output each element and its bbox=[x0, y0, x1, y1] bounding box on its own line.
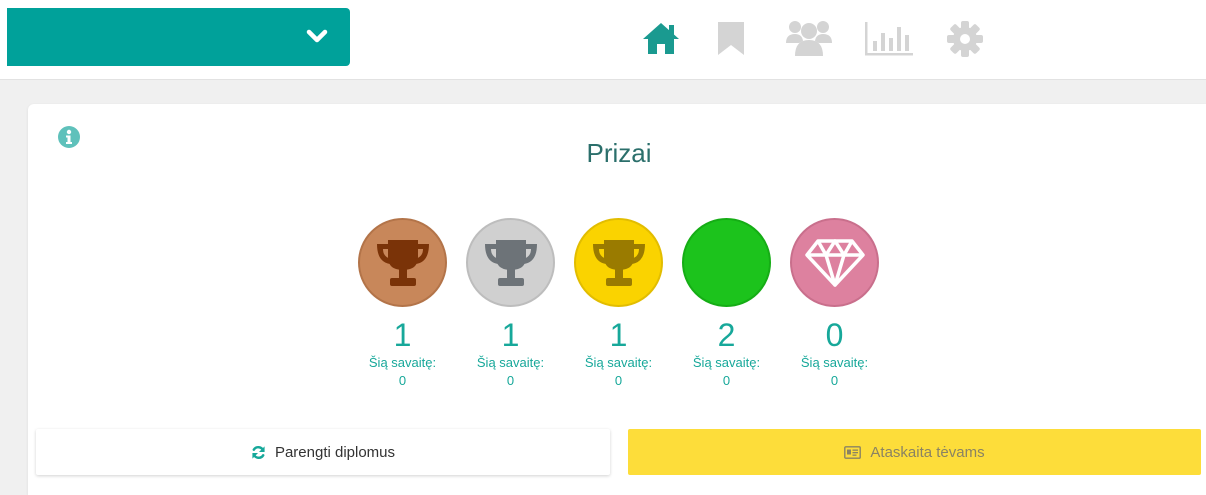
prize-diamond: 0 Šią savaitę: 0 bbox=[790, 218, 879, 388]
bar-chart-icon[interactable] bbox=[864, 21, 914, 57]
class-selector-dropdown[interactable] bbox=[7, 8, 350, 66]
top-bar bbox=[0, 0, 1206, 80]
week-label: Šią savaitę: bbox=[584, 355, 653, 370]
prize-silver: 1 Šią savaitę: 0 bbox=[466, 218, 555, 388]
prize-count: 1 bbox=[393, 317, 412, 353]
chevron-down-icon bbox=[306, 29, 328, 43]
gold-medal bbox=[574, 218, 663, 307]
silver-medal bbox=[466, 218, 555, 307]
prize-count: 2 bbox=[717, 317, 736, 353]
id-card-icon bbox=[844, 445, 862, 459]
prize-count: 0 bbox=[825, 317, 844, 353]
week-value: 0 bbox=[614, 373, 623, 388]
week-label: Šią savaitę: bbox=[800, 355, 869, 370]
prize-count: 1 bbox=[609, 317, 628, 353]
prize-green: 2 Šią savaitę: 0 bbox=[682, 218, 771, 388]
bookmark-icon[interactable] bbox=[716, 21, 746, 57]
refresh-icon bbox=[252, 445, 265, 459]
card-title: Prizai bbox=[586, 138, 652, 168]
week-value: 0 bbox=[506, 373, 515, 388]
week-label: Šią savaitę: bbox=[692, 355, 761, 370]
week-value: 0 bbox=[398, 373, 407, 388]
users-icon[interactable] bbox=[786, 19, 832, 57]
diamond-icon bbox=[804, 238, 865, 287]
prize-count: 1 bbox=[501, 317, 520, 353]
trophy-icon bbox=[376, 239, 429, 286]
prize-gold: 1 Šią savaitę: 0 bbox=[574, 218, 663, 388]
week-value: 0 bbox=[722, 373, 731, 388]
prepare-diplomas-button[interactable]: Parengti diplomus bbox=[36, 429, 610, 475]
diamond-medal bbox=[790, 218, 879, 307]
gear-icon[interactable] bbox=[947, 21, 983, 57]
prepare-diplomas-label: Parengti diplomus bbox=[274, 443, 396, 461]
green-medal bbox=[682, 218, 771, 307]
home-icon[interactable] bbox=[641, 20, 681, 56]
prizes-card: Prizai 1 Šią savaitę: 0 1 Šią savaitę: 0… bbox=[28, 104, 1206, 495]
week-label: Šią savaitę: bbox=[368, 355, 437, 370]
trophy-icon bbox=[484, 239, 537, 286]
week-value: 0 bbox=[830, 373, 839, 388]
bronze-medal bbox=[358, 218, 447, 307]
parent-report-button[interactable]: Ataskaita tėvams bbox=[628, 429, 1201, 475]
week-label: Šią savaitę: bbox=[476, 355, 545, 370]
parent-report-label: Ataskaita tėvams bbox=[870, 443, 985, 461]
trophy-icon bbox=[592, 239, 645, 286]
prize-bronze: 1 Šią savaitę: 0 bbox=[358, 218, 447, 388]
